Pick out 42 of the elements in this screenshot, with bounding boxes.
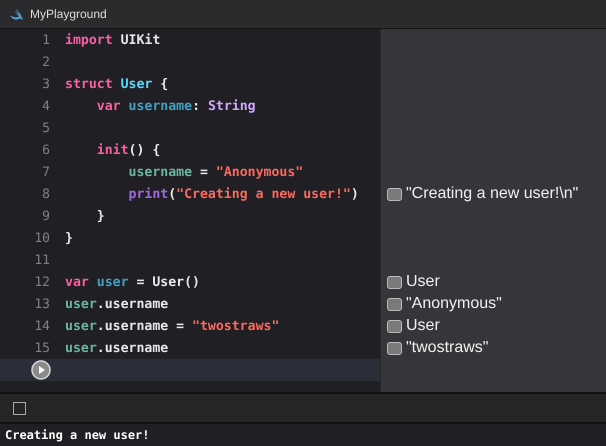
line-number: 15 xyxy=(33,340,50,356)
code-line: var user = User() xyxy=(65,274,200,290)
code-line: import UIKit xyxy=(65,32,160,48)
line-number: 13 xyxy=(33,296,50,312)
line-number: 12 xyxy=(33,274,50,290)
quick-look-icon[interactable] xyxy=(387,188,402,200)
console-toggle-icon[interactable] xyxy=(13,402,26,414)
quick-look-icon[interactable] xyxy=(387,276,402,288)
line-number: 14 xyxy=(33,318,50,334)
code-line: user.username xyxy=(65,340,168,356)
code-line: var username: String xyxy=(96,98,256,114)
quick-look-icon[interactable] xyxy=(387,298,402,310)
code-line: user.username = "twostraws" xyxy=(65,318,280,334)
code-line: } xyxy=(65,230,73,246)
swift-bird-icon xyxy=(9,8,24,20)
run-icon[interactable] xyxy=(31,360,51,380)
line-number: 11 xyxy=(33,252,50,268)
code-line: struct User { xyxy=(65,76,168,92)
line-number: 8 xyxy=(41,186,50,202)
window-title: MyPlayground xyxy=(30,7,107,21)
code-line: } xyxy=(96,208,105,224)
line-number: 10 xyxy=(33,230,50,246)
code-line: user.username xyxy=(65,296,168,312)
line-number: 5 xyxy=(41,120,50,136)
line-number: 4 xyxy=(41,98,50,114)
line-number: 1 xyxy=(41,32,50,48)
result-value: "twostraws" xyxy=(406,339,488,357)
result-value: User xyxy=(406,273,440,291)
result-value: "Anonymous" xyxy=(406,295,502,313)
code-line: init() { xyxy=(96,142,160,158)
quick-look-icon[interactable] xyxy=(387,320,402,332)
code-line: username = "Anonymous" xyxy=(128,164,304,180)
result-value: User xyxy=(406,317,440,335)
quick-look-icon[interactable] xyxy=(387,342,402,354)
line-number: 9 xyxy=(41,208,50,224)
code-line: print("Creating a new user!") xyxy=(128,186,359,202)
line-number: 6 xyxy=(41,142,50,158)
line-number: 2 xyxy=(41,54,50,70)
console-output: Creating a new user! xyxy=(5,428,150,442)
result-value: "Creating a new user!\n" xyxy=(406,185,578,203)
line-number: 7 xyxy=(41,164,50,180)
line-number: 3 xyxy=(41,76,50,92)
